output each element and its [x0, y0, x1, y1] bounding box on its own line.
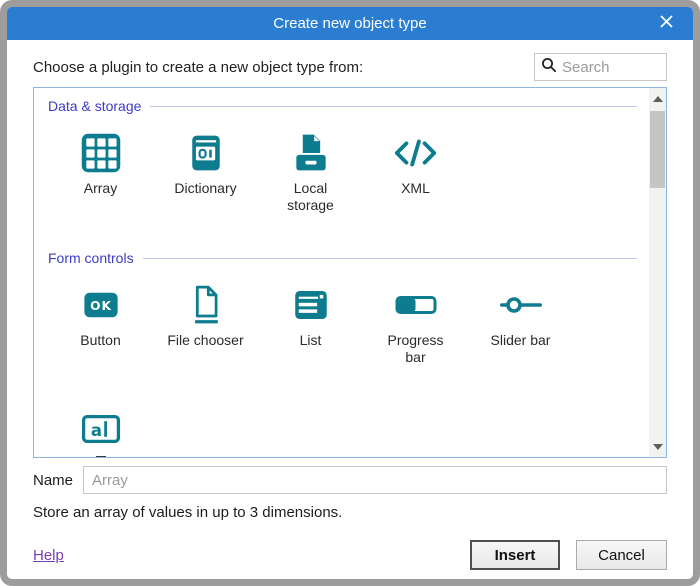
plugin-item-local-storage[interactable]: Local storage — [258, 130, 363, 216]
scroll-down-button[interactable] — [649, 438, 666, 455]
plugin-label: XML — [401, 180, 430, 216]
section-header: Form controls — [48, 248, 649, 268]
plugin-item-xml[interactable]: XML — [363, 130, 468, 216]
svg-text:OK: OK — [90, 299, 112, 313]
progress-bar-icon — [392, 282, 440, 328]
section-rule — [150, 106, 637, 107]
local-storage-icon — [289, 130, 333, 176]
scroll-down-icon — [653, 444, 663, 450]
section-label: Form controls — [48, 250, 134, 266]
close-icon — [660, 15, 673, 32]
list-icon — [290, 282, 332, 328]
plugin-item-button[interactable]: OK Button — [48, 282, 153, 368]
section-header: Data & storage — [48, 96, 649, 116]
search-input[interactable] — [562, 59, 660, 76]
plugin-sections: Data & storage Array Dictionary Local st… — [34, 88, 649, 457]
name-input[interactable] — [83, 466, 667, 494]
dictionary-icon — [184, 130, 228, 176]
plugin-list-panel: Data & storage Array Dictionary Local st… — [33, 87, 667, 458]
insert-button[interactable]: Insert — [470, 540, 560, 570]
text-al-icon: a — [79, 406, 123, 452]
plugin-item-list[interactable]: List — [258, 282, 363, 368]
plugin-label: Progress bar — [377, 332, 455, 368]
dialog-title: Create new object type — [273, 15, 426, 32]
plugin-item-progress-bar[interactable]: Progress bar — [363, 282, 468, 368]
scroll-thumb[interactable] — [650, 111, 665, 188]
search-box[interactable] — [534, 53, 667, 81]
plugin-item-array[interactable]: Array — [48, 130, 153, 216]
slider-bar-icon — [497, 282, 545, 328]
plugin-item-slider-bar[interactable]: Slider bar — [468, 282, 573, 368]
xml-icon — [393, 130, 439, 176]
section-items: Array Dictionary Local storage XML — [48, 130, 649, 216]
plugin-label: File chooser — [167, 332, 243, 368]
plugin-section: Data & storage Array Dictionary Local st… — [48, 96, 649, 216]
scroll-up-button[interactable] — [649, 90, 666, 107]
clipped-label — [96, 456, 106, 457]
scrollbar[interactable] — [649, 88, 666, 457]
section-items: OKButton File chooser List Progress bar … — [48, 282, 649, 457]
close-button[interactable] — [653, 7, 679, 40]
plugin-item-dictionary[interactable]: Dictionary — [153, 130, 258, 216]
plugin-item-file-chooser[interactable]: File chooser — [153, 282, 258, 368]
search-icon — [541, 57, 557, 78]
section-rule — [143, 258, 637, 259]
plugin-label: Array — [84, 180, 117, 216]
cancel-button[interactable]: Cancel — [576, 540, 667, 570]
file-chooser-icon — [184, 282, 228, 328]
plugin-label: Dictionary — [174, 180, 236, 216]
svg-text:a: a — [90, 421, 101, 440]
section-label: Data & storage — [48, 98, 141, 114]
create-object-dialog: Create new object type Choose a plugin t… — [0, 0, 700, 586]
name-label: Name — [33, 472, 73, 489]
scroll-up-icon — [653, 96, 663, 102]
plugin-description: Store an array of values in up to 3 dime… — [33, 504, 667, 521]
plugin-label: Slider bar — [491, 332, 551, 368]
plugin-item-text-al[interactable]: a — [48, 406, 153, 457]
array-icon — [79, 130, 123, 176]
plugin-section: Form controls OK Button File chooser List… — [48, 248, 649, 457]
help-link[interactable]: Help — [33, 547, 64, 564]
prompt-text: Choose a plugin to create a new object t… — [33, 59, 363, 76]
button-icon: OK — [80, 282, 122, 328]
plugin-label: Button — [80, 332, 120, 368]
plugin-label: Local storage — [272, 180, 350, 216]
titlebar: Create new object type — [7, 7, 693, 40]
plugin-label: List — [300, 332, 322, 368]
